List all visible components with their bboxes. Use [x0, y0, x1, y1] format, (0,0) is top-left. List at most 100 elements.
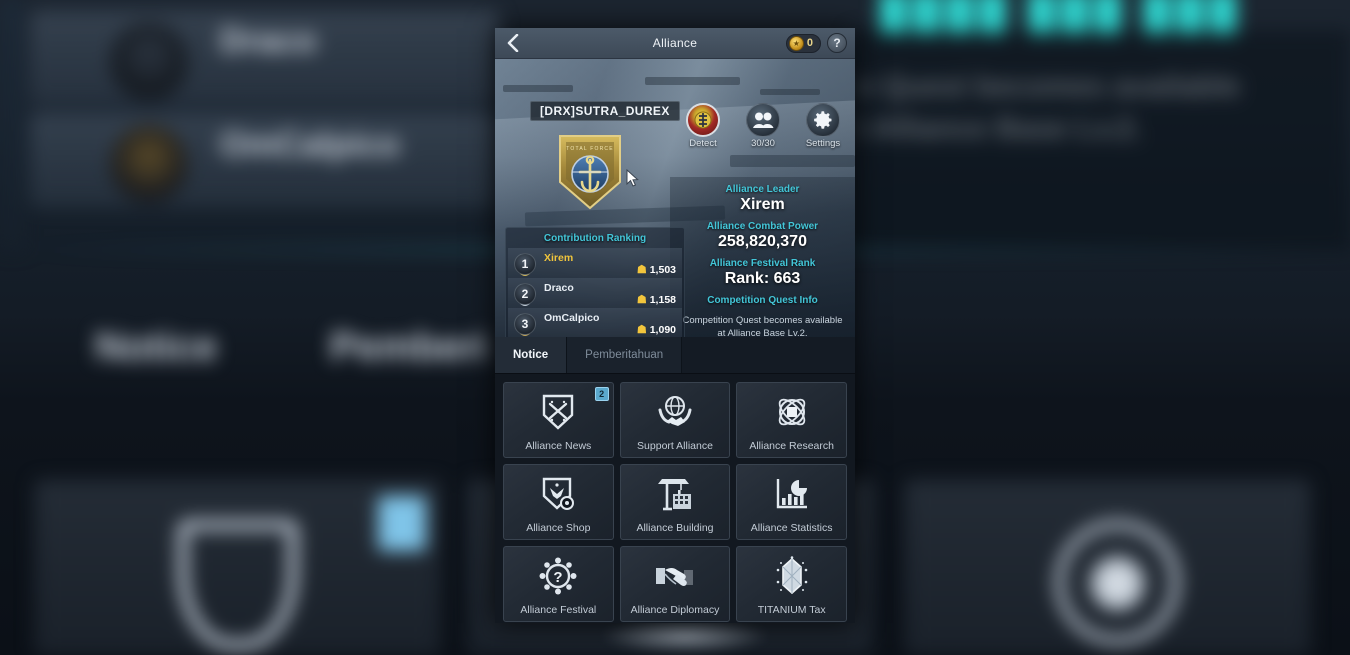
handshake-glyph — [654, 560, 696, 592]
menu-tile-titanium-tax[interactable]: TITANIUM Tax — [736, 546, 847, 622]
tab-notice[interactable]: Notice — [495, 337, 567, 373]
panel-header: Alliance ★ 0 ? — [495, 28, 855, 59]
festival-rank-label: Alliance Festival Rank — [670, 258, 855, 269]
shield-crossed-swords-glyph — [541, 393, 575, 431]
background-avatar — [110, 125, 188, 203]
rank-number: 2 — [514, 283, 536, 305]
contribution-ranking-title: Contribution Ranking — [508, 230, 682, 248]
ranking-score-value: 1,090 — [650, 324, 676, 336]
combat-power-label: Alliance Combat Power — [670, 221, 855, 232]
menu-label: Support Alliance — [637, 440, 713, 452]
menu-label: Alliance News — [525, 440, 591, 452]
alliance-menu-grid-wrapper: 2 Alliance News — [495, 374, 855, 623]
background-right-panel — [850, 30, 1350, 250]
menu-label: Alliance Festival — [520, 604, 596, 616]
shield-gear-glyph — [540, 475, 576, 513]
background-badge — [378, 496, 426, 551]
ranking-row[interactable]: 2 Draco ☗ 1,158 — [508, 278, 682, 308]
back-chevron-icon — [506, 34, 519, 52]
gear-icon — [806, 103, 840, 137]
alliance-tag-name: [DRX]SUTRA_DUREX — [530, 101, 680, 121]
globe-handshake-icon — [621, 383, 730, 440]
hero-ship-silhouette — [645, 77, 740, 85]
background-member-name: OmCalpico — [220, 126, 399, 165]
ranking-score-value: 1,503 — [650, 264, 676, 276]
hero-ship-silhouette — [730, 155, 855, 167]
crane-building-icon — [621, 465, 730, 522]
menu-tile-alliance-statistics[interactable]: Alliance Statistics — [736, 464, 847, 540]
alliance-leader-label: Alliance Leader — [670, 184, 855, 195]
gold-coin-icon: ★ — [789, 36, 804, 51]
menu-label: Alliance Research — [749, 440, 834, 452]
atom-glyph — [773, 393, 811, 431]
quest-info-description: Competition Quest becomes available at A… — [670, 306, 855, 337]
ranking-row[interactable]: 3 OmCalpico ☗ 1,090 — [508, 308, 682, 337]
alliance-leader-name: Xirem — [670, 195, 855, 214]
menu-tile-alliance-shop[interactable]: Alliance Shop — [503, 464, 614, 540]
help-button[interactable]: ? — [827, 33, 847, 53]
background-edge-strip — [0, 0, 22, 250]
ranking-row[interactable]: 1 Xirem ☗ 1,503 — [508, 248, 682, 278]
svg-text:TOTAL FORCE: TOTAL FORCE — [566, 146, 614, 152]
settings-button[interactable]: Settings — [799, 103, 847, 149]
alliance-emblem[interactable]: TOTAL FORCE — [556, 132, 624, 212]
panel-bottom-glow — [600, 618, 770, 654]
header-right-group: ★ 0 ? — [786, 33, 855, 53]
ranking-player-name: OmCalpico — [544, 312, 599, 324]
gear-question-icon: ? — [504, 547, 613, 604]
bar-chart-pie-glyph — [774, 476, 810, 512]
rank-medal-bronze-icon: 3 — [512, 311, 538, 337]
members-icon — [746, 103, 780, 137]
ranking-player-name: Xirem — [544, 252, 573, 264]
tab-pemberitahuan[interactable]: Pemberitahuan — [567, 337, 682, 373]
rank-number: 1 — [514, 253, 536, 275]
ranking-player-name: Draco — [544, 282, 574, 294]
bar-chart-pie-icon — [737, 465, 846, 522]
crane-building-glyph — [655, 475, 695, 513]
members-label: 30/30 — [739, 138, 787, 149]
ranking-score: ☗ 1,158 — [637, 293, 676, 306]
quest-info-label: Competition Quest Info — [670, 295, 855, 306]
background-atom-core — [1090, 556, 1145, 611]
currency-pill[interactable]: ★ 0 — [786, 34, 821, 53]
ranking-score-value: 1,158 — [650, 294, 676, 306]
menu-tile-alliance-news[interactable]: 2 Alliance News — [503, 382, 614, 458]
detect-button[interactable]: Detect — [679, 103, 727, 149]
combat-power-value: 258,820,370 — [670, 232, 855, 251]
contribution-icon: ☗ — [637, 293, 647, 306]
settings-label: Settings — [799, 138, 847, 149]
contribution-ranking: Contribution Ranking 1 Xirem ☗ 1,503 — [505, 227, 685, 337]
ranking-score: ☗ 1,503 — [637, 263, 676, 276]
gear-glyph-icon — [812, 109, 834, 131]
svg-text:?: ? — [554, 569, 563, 586]
alliance-menu-grid: 2 Alliance News — [503, 382, 847, 622]
rank-medal-gold-icon: 1 — [512, 251, 538, 277]
currency-value: 0 — [807, 37, 813, 49]
menu-tile-alliance-research[interactable]: Alliance Research — [736, 382, 847, 458]
alliance-emblem-icon: TOTAL FORCE — [556, 132, 624, 212]
menu-tile-alliance-building[interactable]: Alliance Building — [620, 464, 731, 540]
hero-action-row: Detect 30/30 — [679, 103, 847, 149]
alliance-panel: Alliance ★ 0 ? [DRX]SUTRA_DUREX — [495, 28, 855, 623]
shield-gear-icon — [504, 465, 613, 522]
menu-tile-alliance-diplomacy[interactable]: Alliance Diplomacy — [620, 546, 731, 622]
menu-tile-alliance-festival[interactable]: ? Alliance Festival — [503, 546, 614, 622]
menu-tile-support-alliance[interactable]: Support Alliance — [620, 382, 731, 458]
handshake-icon — [621, 547, 730, 604]
alliance-hero: [DRX]SUTRA_DUREX TOTAL FORCE — [495, 59, 855, 337]
hero-ship-silhouette — [503, 85, 573, 92]
detect-label: Detect — [679, 138, 727, 149]
titanium-crystal-glyph — [775, 556, 809, 596]
background-member-name: Draco — [220, 22, 316, 61]
background-avatar — [110, 22, 188, 100]
contribution-icon: ☗ — [637, 323, 647, 336]
menu-label: Alliance Statistics — [751, 522, 833, 534]
hero-ship-silhouette — [760, 89, 820, 95]
members-button[interactable]: 30/30 — [739, 103, 787, 149]
atom-icon — [737, 383, 846, 440]
menu-label: Alliance Building — [636, 522, 713, 534]
menu-label: Alliance Diplomacy — [631, 604, 720, 616]
members-glyph-icon — [752, 111, 774, 129]
detect-radar-icon — [686, 103, 720, 137]
back-button[interactable] — [495, 28, 529, 59]
